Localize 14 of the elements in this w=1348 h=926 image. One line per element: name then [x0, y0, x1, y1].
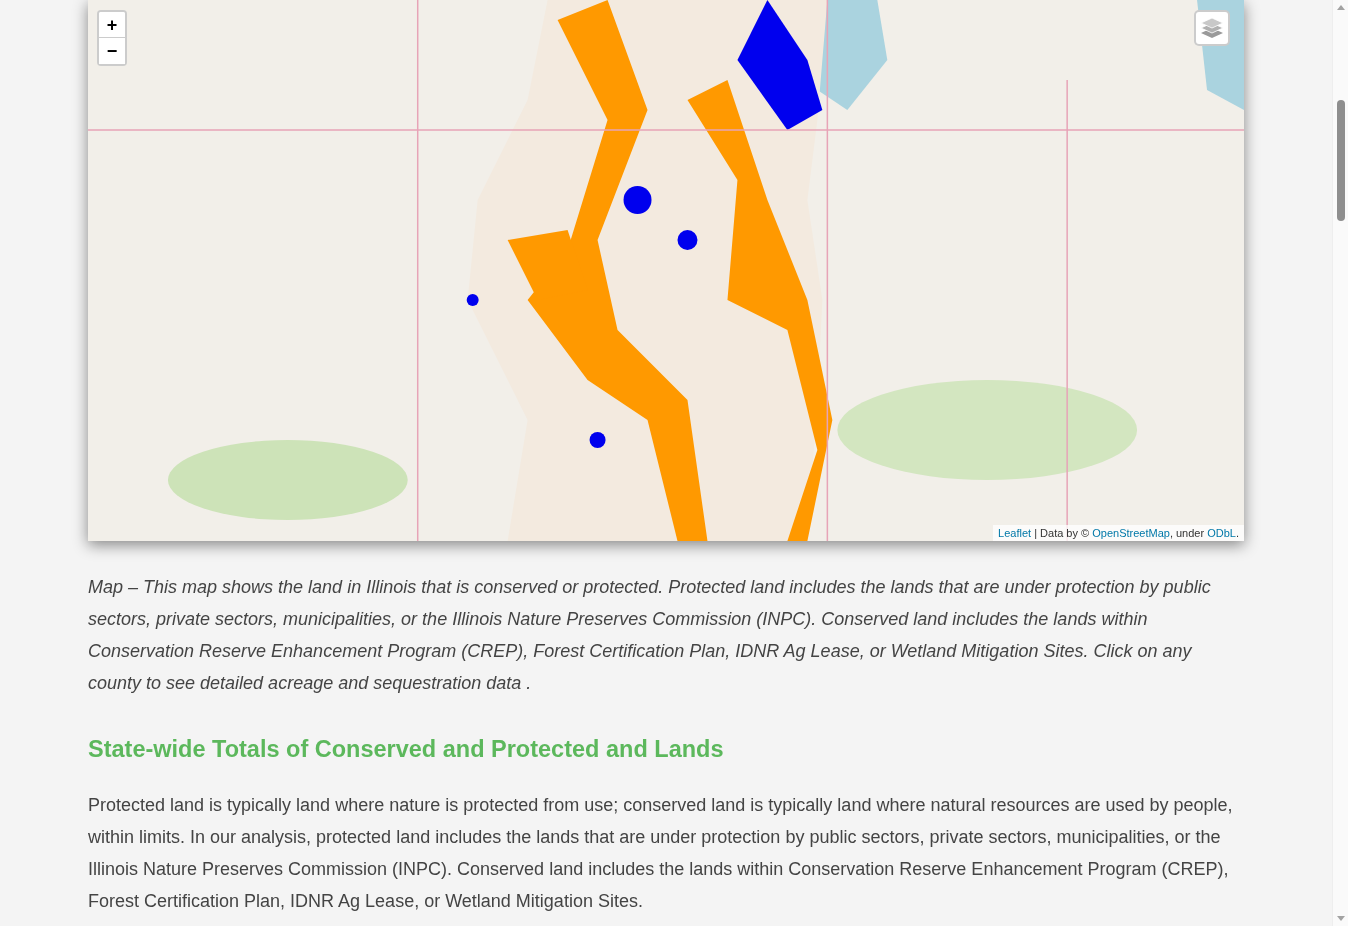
scroll-up-icon[interactable]	[1336, 5, 1345, 10]
scrollbar[interactable]	[1332, 0, 1348, 926]
attribution-link[interactable]: OpenStreetMap	[1092, 527, 1170, 539]
scrollbar-thumb[interactable]	[1336, 100, 1345, 221]
attribution-link[interactable]: Leaflet	[998, 527, 1032, 539]
zoom-in-button[interactable]: +	[99, 12, 125, 38]
section-heading: State-wide Totals of Conserved and Protected and Lands	[88, 735, 725, 764]
map-attribution: Leaflet | Data by © OpenStreetMap, under ODbL.	[993, 525, 1244, 541]
scroll-down-icon[interactable]	[1336, 916, 1345, 921]
map-caption: Map – This map shows the land in Illinois that is conserved or protected. Protected land includes the lands that are under protection by public sectors, private sectors, municipalities, or the Illinois Nature Preserves Commission (INPC). Conserved land includes the lands within Conservation Reserve Enhancement Program (CREP), Forest Certification Plan, IDNR Ag Lease, or Wetland Mitigation Sites. Click on any county to see detailed acreage and sequestration data .	[88, 576, 1212, 695]
attribution-link[interactable]: ODbL	[1207, 527, 1236, 539]
layers-icon	[1199, 15, 1225, 41]
section-paragraph: Protected land is typically land where nature is protected from use; conserved land is typically land where natural resources are used by people, within limits. In our analysis, protected land includes the lands that are under protection by public sectors, private sectors, municipalities, or the Illinois Nature Preserves Commission (INPC). Conserved land includes the lands within Conservation Reserve Enhancement Program (CREP), Forest Certification Plan, IDNR Ag Lease, or Wetland Mitigation Sites.	[88, 794, 1234, 913]
layers-button[interactable]	[1194, 10, 1230, 46]
